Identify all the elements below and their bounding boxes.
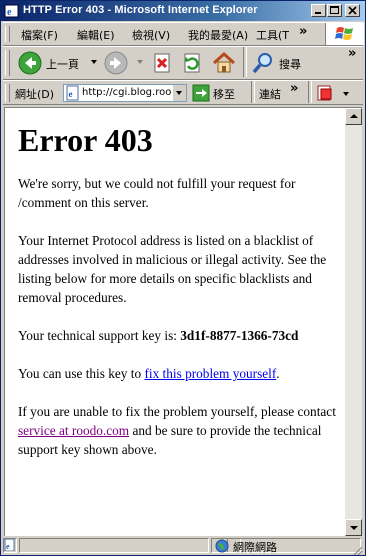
- forward-dropdown-icon[interactable]: [137, 60, 143, 64]
- go-label: 移至: [213, 88, 235, 101]
- svg-text:e: e: [6, 542, 10, 551]
- blacklist-message: Your Internet Protocol address is listed…: [18, 233, 327, 305]
- address-input[interactable]: e http://cgi.blog.rood: [63, 84, 187, 102]
- address-url: http://cgi.blog.rood: [82, 87, 178, 98]
- menu-file[interactable]: 檔案(F): [21, 27, 58, 43]
- svg-text:e: e: [69, 89, 73, 99]
- contact-link[interactable]: service at roodo.com: [18, 423, 129, 438]
- favorites-dropdown-icon: [343, 92, 349, 96]
- menu-tools[interactable]: 工具(T: [256, 27, 289, 43]
- menu-overflow[interactable]: »: [299, 24, 307, 39]
- links-separator: [308, 81, 312, 103]
- support-key-text: Your technical support key is:: [18, 328, 181, 343]
- address-label: 網址(D): [15, 88, 55, 101]
- toolbar-grip[interactable]: [5, 50, 10, 76]
- svg-text:e: e: [7, 7, 12, 18]
- forward-button[interactable]: [103, 50, 133, 76]
- stop-icon: [154, 53, 170, 73]
- fix-text: You can use this key to: [18, 366, 145, 381]
- support-key-paragraph: Your technical support key is: 3d1f-8877…: [18, 326, 338, 345]
- address-grip[interactable]: [5, 84, 10, 102]
- globe-icon: [215, 539, 229, 553]
- browser-window: e HTTP Error 403 - Microsoft Internet Ex…: [0, 0, 366, 556]
- menu-grip[interactable]: [5, 26, 10, 42]
- back-dropdown-icon[interactable]: [91, 60, 97, 64]
- scroll-down-icon: [350, 526, 358, 530]
- resize-grip[interactable]: [351, 543, 363, 555]
- menu-bar: 檔案(F) 編輯(E) 檢視(V) 我的最愛(A) 工具(T »: [3, 22, 364, 46]
- ie-icon: e: [4, 4, 19, 18]
- page-heading: Error 403: [18, 122, 153, 158]
- contact-text: If you are unable to fix the problem you…: [18, 404, 336, 419]
- vertical-scrollbar[interactable]: [345, 107, 362, 536]
- refresh-button[interactable]: [181, 51, 205, 75]
- menu-edit[interactable]: 編輯(E): [77, 27, 115, 43]
- links-overflow[interactable]: »: [290, 81, 298, 96]
- fix-link[interactable]: fix this problem yourself: [144, 366, 276, 381]
- refresh-icon: [184, 53, 200, 73]
- error-page: Error 403 We're sorry, but we could not …: [18, 122, 338, 459]
- status-bar: e 網際網路: [3, 537, 363, 555]
- close-icon: [348, 6, 357, 15]
- links-label[interactable]: 連結: [259, 86, 281, 102]
- minimize-icon: [315, 12, 321, 14]
- stop-button[interactable]: [151, 51, 175, 75]
- address-bar: 網址(D) e http://cgi.blog.rood 移至 連結 »: [3, 80, 363, 105]
- support-key: 3d1f-8877-1366-73cd: [180, 328, 299, 343]
- title-bar[interactable]: e HTTP Error 403 - Microsoft Internet Ex…: [1, 1, 365, 21]
- menu-favorites[interactable]: 我的最愛(A): [188, 27, 248, 43]
- toolbar-overflow[interactable]: »: [348, 46, 356, 61]
- address-separator: [251, 81, 255, 103]
- fix-paragraph: You can use this key to fix this problem…: [18, 364, 338, 383]
- windows-logo-icon: [335, 27, 353, 40]
- fix-end: .: [276, 366, 280, 381]
- maximize-button[interactable]: [327, 4, 342, 17]
- minimize-button[interactable]: [311, 4, 326, 17]
- favorites-button[interactable]: [315, 83, 355, 103]
- status-zone-pane: 網際網路: [211, 538, 361, 554]
- address-dropdown[interactable]: [172, 85, 186, 101]
- close-button[interactable]: [345, 4, 360, 17]
- status-text-pane: [19, 538, 209, 553]
- resize-grip-icon: [353, 546, 363, 555]
- go-arrow-icon: [192, 84, 210, 102]
- search-label: 搜尋: [279, 58, 301, 71]
- page-icon: e: [4, 539, 15, 551]
- home-button[interactable]: [211, 50, 237, 76]
- maximize-icon: [330, 6, 339, 14]
- home-icon: [212, 51, 236, 73]
- search-icon: [252, 53, 272, 74]
- scroll-down-button[interactable]: [345, 519, 362, 536]
- contact-paragraph: If you are unable to fix the problem you…: [18, 402, 338, 459]
- back-arrow-icon: [18, 51, 42, 75]
- chevron-down-icon: [176, 91, 182, 95]
- back-label: 上一頁: [46, 58, 79, 71]
- status-zone: 網際網路: [233, 541, 277, 554]
- go-button[interactable]: 移至: [191, 83, 241, 103]
- favorites-icon: [317, 85, 332, 101]
- window-title: HTTP Error 403 - Microsoft Internet Expl…: [23, 4, 258, 16]
- scroll-up-button[interactable]: [345, 108, 362, 125]
- page-icon: e: [66, 85, 79, 101]
- status-icon-pane: e: [3, 538, 17, 553]
- toolbar-separator: [243, 47, 247, 77]
- standard-toolbar: 上一頁 搜尋 »: [3, 46, 363, 80]
- back-button[interactable]: 上一頁: [15, 50, 85, 76]
- scroll-up-icon: [350, 114, 358, 118]
- forward-arrow-icon: [104, 51, 128, 75]
- menu-view[interactable]: 檢視(V): [132, 27, 170, 43]
- search-button[interactable]: 搜尋: [250, 50, 310, 76]
- page-content: Error 403 We're sorry, but we could not …: [4, 107, 346, 536]
- windows-logo: [325, 23, 364, 45]
- error-message: We're sorry, but we could not fulfill yo…: [18, 176, 296, 210]
